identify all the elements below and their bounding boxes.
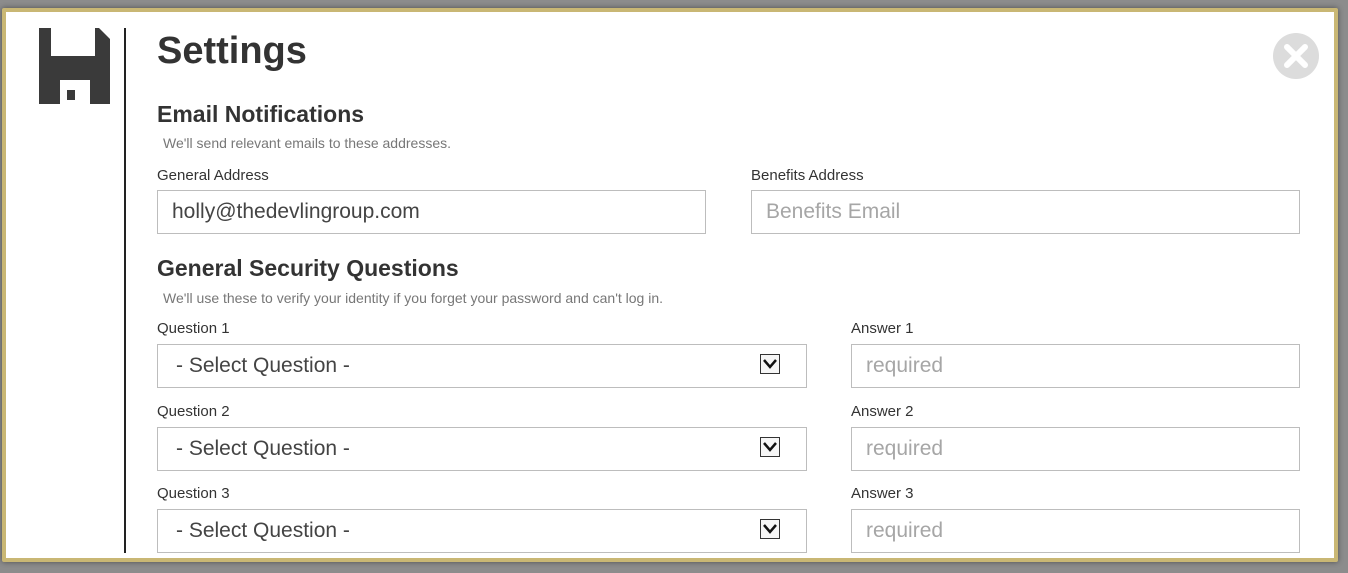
close-icon[interactable]: [1272, 32, 1320, 80]
answer-1-input[interactable]: [851, 344, 1300, 388]
question-3-selected-value: - Select Question -: [176, 519, 350, 542]
settings-dialog: Settings Email Notifications We'll send …: [2, 8, 1338, 562]
general-address-label: General Address: [157, 167, 269, 184]
question-2-select[interactable]: - Select Question -: [157, 427, 807, 471]
chevron-down-icon[interactable]: [760, 437, 780, 457]
email-notifications-heading: Email Notifications: [157, 101, 365, 127]
benefits-address-input[interactable]: [751, 190, 1300, 234]
question-1-select[interactable]: - Select Question -: [157, 344, 807, 388]
question-1-selected-value: - Select Question -: [176, 354, 350, 377]
security-questions-heading: General Security Questions: [157, 255, 459, 281]
security-questions-description: We'll use these to verify your identity …: [163, 290, 664, 306]
dialog-title: Settings: [157, 30, 307, 72]
answer-3-label: Answer 3: [851, 485, 914, 502]
chevron-down-icon[interactable]: [760, 519, 780, 539]
vertical-divider: [124, 28, 126, 553]
answer-3-input[interactable]: [851, 509, 1300, 553]
question-1-label: Question 1: [157, 320, 230, 337]
question-3-select[interactable]: - Select Question -: [157, 509, 807, 553]
benefits-address-label: Benefits Address: [751, 167, 864, 184]
chevron-down-icon[interactable]: [760, 354, 780, 374]
question-2-label: Question 2: [157, 403, 230, 420]
question-3-label: Question 3: [157, 485, 230, 502]
email-notifications-description: We'll send relevant emails to these addr…: [163, 135, 452, 151]
general-address-input[interactable]: [157, 190, 706, 234]
answer-2-label: Answer 2: [851, 403, 914, 420]
question-2-selected-value: - Select Question -: [176, 437, 350, 460]
answer-2-input[interactable]: [851, 427, 1300, 471]
answer-1-label: Answer 1: [851, 320, 914, 337]
floppy-disk-icon[interactable]: [36, 28, 110, 104]
